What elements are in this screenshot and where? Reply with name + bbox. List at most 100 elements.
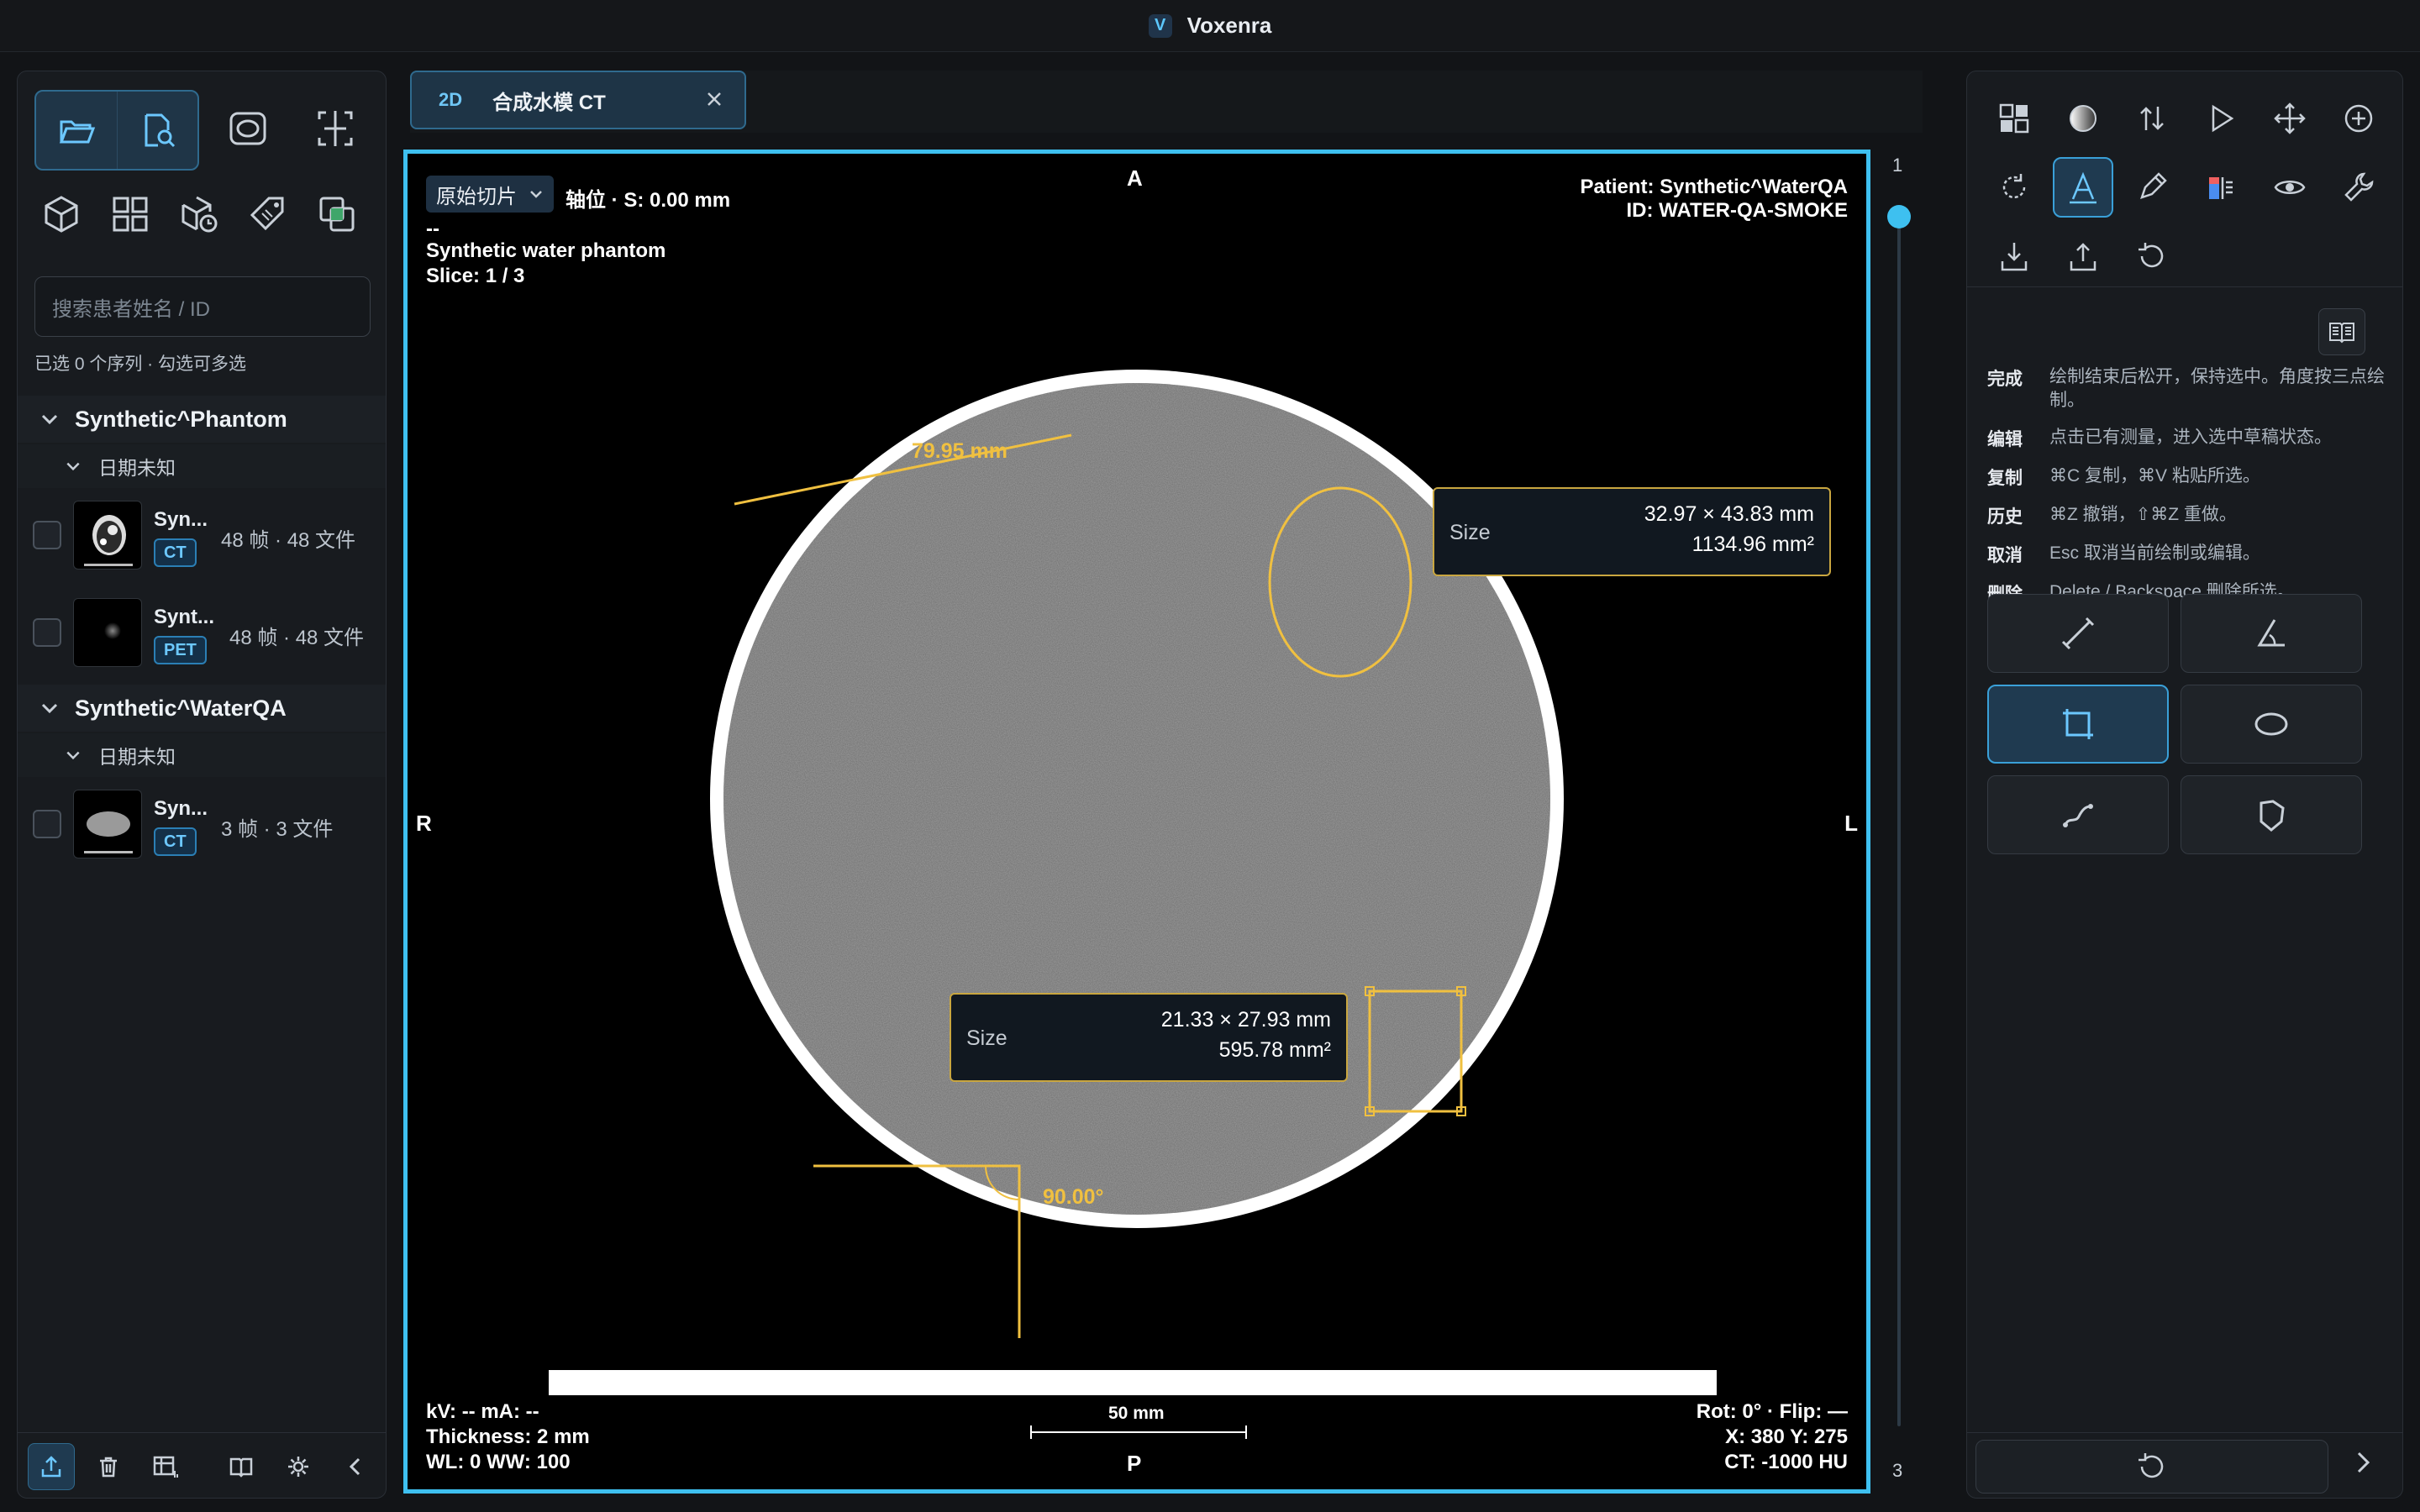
right-bottom-bar	[1967, 1432, 2402, 1499]
gear-icon	[288, 1456, 308, 1477]
slider-handle[interactable]	[1887, 205, 1911, 228]
angle-tool-button[interactable]	[2181, 594, 2362, 673]
series-item[interactable]: Syn... CT 48 帧 · 48 文件	[18, 493, 386, 577]
rotation-flip-info: Rot: 0° · Flip: —	[1696, 1400, 1848, 1423]
measurement-tools	[1987, 594, 2362, 854]
patient-name: Synthetic^WaterQA	[75, 695, 287, 721]
scale-bar	[1030, 1425, 1247, 1439]
chevron-right-icon[interactable]	[2350, 1450, 2375, 1475]
chevron-down-icon	[41, 703, 58, 714]
date-group-header[interactable]: 日期未知	[18, 444, 386, 488]
scroll-tool[interactable]	[2122, 88, 2182, 149]
grid-view-button[interactable]	[103, 187, 157, 241]
modality-badge: PET	[154, 636, 207, 664]
rotate-tool[interactable]	[1984, 157, 2044, 218]
reset-tool[interactable]	[2122, 226, 2182, 286]
slice-mode-value: 原始切片	[436, 185, 517, 208]
import-tool[interactable]	[1984, 226, 2044, 286]
ellipse-tool-button[interactable]	[2181, 685, 2362, 764]
colormap-tool[interactable]	[2191, 157, 2251, 218]
series-item[interactable]: Synt... PET 48 帧 · 48 文件	[18, 591, 386, 675]
trash-icon	[100, 1457, 117, 1477]
cube-time-button[interactable]	[172, 187, 226, 241]
download-icon	[2001, 243, 2028, 271]
slice-mode-select[interactable]: 原始切片	[426, 176, 554, 213]
fusion-button[interactable]	[310, 187, 364, 241]
search-series-button[interactable]	[117, 92, 197, 169]
settings-button[interactable]	[275, 1443, 322, 1490]
ruler-line-icon	[2061, 617, 2095, 650]
contrast-icon	[2070, 105, 2096, 132]
3d-view-button[interactable]	[34, 187, 88, 241]
close-icon[interactable]	[702, 87, 726, 111]
image-viewport[interactable]: 原始切片 轴位 · S: 0.00 mm -- Synthetic water …	[403, 150, 1870, 1494]
freehand-roi-tool-button[interactable]	[2181, 775, 2362, 854]
tags-button[interactable]	[241, 187, 295, 241]
crop-layout-button[interactable]	[297, 90, 374, 167]
upload-icon	[41, 1455, 61, 1477]
viewer-tab[interactable]: 2D 合成水模 CT	[410, 71, 746, 129]
folder-open-icon	[59, 120, 96, 144]
ring-view-button[interactable]	[209, 90, 287, 167]
series-checkbox[interactable]	[33, 618, 61, 647]
table-view-button[interactable]	[142, 1443, 189, 1490]
chevron-left-icon	[349, 1457, 360, 1475]
curve-tool-button[interactable]	[1987, 775, 2169, 854]
modality-badge: CT	[154, 538, 197, 567]
delete-button[interactable]	[85, 1443, 132, 1490]
series-item[interactable]: Syn... CT 3 帧 · 3 文件	[18, 782, 386, 866]
orientation-right: L	[1844, 811, 1858, 836]
help-key: 历史	[1987, 507, 2023, 527]
series-thumbnail	[73, 598, 142, 667]
ellipse-size-label: Size	[1449, 521, 1491, 544]
rectangle-tool-button[interactable]	[1987, 685, 2169, 764]
help-text: Esc 取消当前绘制或编辑。	[2049, 543, 2260, 563]
draw-tool[interactable]	[2122, 157, 2182, 218]
kv-ma-info: kV: -- mA: --	[426, 1400, 539, 1423]
folder-open-button[interactable]	[36, 92, 117, 169]
export-tool[interactable]	[2053, 226, 2113, 286]
slider-track[interactable]	[1897, 217, 1901, 1426]
series-checkbox[interactable]	[33, 810, 61, 838]
layout-tool[interactable]	[1984, 88, 2044, 149]
curve-icon	[2063, 804, 2093, 827]
layout-grid-icon	[1999, 103, 2029, 134]
help-book-button[interactable]	[2318, 308, 2365, 355]
ct-value: CT: -1000 HU	[1724, 1451, 1848, 1473]
series-thumbnail	[73, 790, 142, 858]
slice-slider[interactable]: 1 3	[1882, 150, 1916, 1494]
tool-grid	[1984, 88, 2397, 295]
window-level-tool[interactable]	[2053, 88, 2113, 149]
series-checkbox[interactable]	[33, 521, 61, 549]
cine-play-tool[interactable]	[2191, 88, 2251, 149]
patient-search-input[interactable]: 搜索患者姓名 / ID	[34, 276, 371, 337]
slice-indicator: Slice: 1 / 3	[426, 265, 525, 287]
manual-button[interactable]	[218, 1443, 265, 1490]
collapse-panel-button[interactable]	[332, 1443, 379, 1490]
pan-tool[interactable]	[2260, 88, 2320, 149]
zoom-tool[interactable]	[2328, 88, 2389, 149]
chevron-down-icon	[66, 462, 80, 471]
ring-icon	[229, 112, 266, 145]
patient-group-header[interactable]: Synthetic^Phantom	[18, 396, 386, 443]
series-count: 48 帧 · 48 文件	[221, 529, 356, 552]
ellipse-icon	[2254, 712, 2288, 736]
grid-icon	[113, 197, 148, 232]
reset-view-button[interactable]	[1975, 1440, 2328, 1494]
tools-settings[interactable]	[2328, 157, 2389, 218]
export-button[interactable]	[28, 1442, 75, 1490]
ellipse-dimensions: 32.97 × 43.83 mm	[1644, 502, 1814, 526]
date-group-header[interactable]: 日期未知	[18, 733, 386, 777]
rect-size-label: Size	[966, 1026, 1007, 1050]
length-tool-button[interactable]	[1987, 594, 2169, 673]
title-bar: V Voxenra	[0, 0, 2420, 52]
view-mode-segment	[34, 90, 199, 171]
visibility-tool[interactable]	[2260, 157, 2320, 218]
reset-icon	[2139, 243, 2164, 268]
help-row: 历史 ⌘Z 撤销，⇧⌘Z 重做。	[1987, 503, 2391, 528]
annotate-tool[interactable]	[2053, 157, 2113, 218]
arrows-up-down-icon	[2140, 107, 2164, 130]
left-bottom-toolbar	[18, 1432, 386, 1499]
rect-area: 595.78 mm²	[1218, 1038, 1331, 1062]
patient-group-header[interactable]: Synthetic^WaterQA	[18, 685, 386, 732]
